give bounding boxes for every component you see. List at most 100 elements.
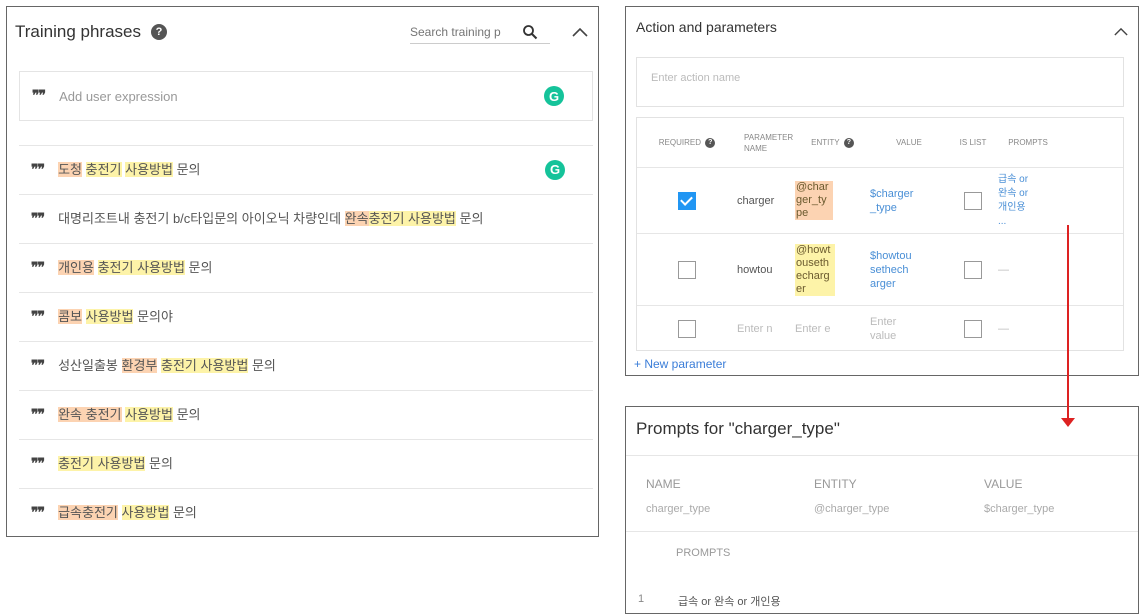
- entity-annotation[interactable]: 완속: [344, 211, 369, 226]
- parameter-prompts[interactable]: 급속 or 완속 or 개인용 ...: [998, 168, 1058, 233]
- entity-label: ENTITY: [814, 477, 857, 491]
- add-user-expression-input[interactable]: Add user expression: [59, 89, 178, 104]
- chevron-up-icon[interactable]: [1114, 23, 1128, 41]
- entity-annotation[interactable]: 충전기 사용방법: [161, 358, 249, 373]
- parameter-value-input[interactable]: Enter value: [870, 306, 948, 350]
- checkbox-unchecked-icon[interactable]: [964, 260, 982, 279]
- search-input[interactable]: [410, 24, 520, 39]
- required-checkbox[interactable]: [637, 168, 737, 233]
- quote-icon: ❞❞: [31, 407, 45, 423]
- divider: [626, 455, 1138, 456]
- checkbox-unchecked-icon[interactable]: [678, 260, 696, 279]
- phrase-segment: 문의: [169, 505, 197, 520]
- parameter-prompts[interactable]: —: [998, 234, 1058, 305]
- training-phrase-text[interactable]: 콤보 사용방법 문의야: [58, 307, 538, 327]
- phrase-segment: 문의: [248, 358, 276, 373]
- quote-icon: ❞❞: [31, 309, 45, 325]
- parameter-entity[interactable]: @charger_type: [795, 168, 870, 233]
- phrase-segment: 문의: [172, 162, 201, 177]
- training-phrases-header: Training phrases ?: [7, 7, 598, 57]
- quote-icon: ❞❞: [31, 456, 45, 472]
- value-value: $charger_type: [984, 503, 1055, 515]
- training-phrase-text[interactable]: 급속충전기 사용방법 문의: [58, 503, 538, 523]
- parameter-name-input[interactable]: Enter n: [737, 306, 795, 350]
- action-parameters-title: Action and parameters: [636, 19, 777, 35]
- search-icon[interactable]: [520, 22, 540, 42]
- phrase-segment: [118, 505, 122, 520]
- training-phrase-row[interactable]: ❞❞ 개인용 충전기 사용방법 문의: [19, 243, 593, 292]
- quote-icon: ❞❞: [31, 358, 45, 374]
- name-value: charger_type: [646, 503, 711, 515]
- training-phrase-row[interactable]: ❞❞ 대명리조트내 충전기 b/c타입문의 아이오닉 차량인데 완속충전기 사용방…: [19, 194, 593, 243]
- action-name-input[interactable]: Enter action name: [636, 57, 1124, 107]
- entity-annotation[interactable]: 충전기 사용방법: [97, 260, 185, 275]
- value-label: VALUE: [984, 477, 1023, 491]
- prompt-text[interactable]: 급속 or 완속 or 개인용: [678, 593, 781, 609]
- header-parameter-name: PARAMETER NAME: [744, 132, 794, 153]
- grammarly-icon[interactable]: G: [545, 160, 565, 180]
- checkbox-unchecked-icon[interactable]: [678, 320, 696, 338]
- phrase-segment: 문의: [145, 456, 173, 471]
- parameter-name[interactable]: howtou: [737, 234, 795, 305]
- chevron-up-icon[interactable]: [570, 22, 590, 42]
- phrase-segment: 문의: [172, 407, 201, 422]
- name-label: NAME: [646, 477, 681, 491]
- help-icon[interactable]: ?: [151, 24, 167, 40]
- training-phrase-row[interactable]: ❞❞ 콤보 사용방법 문의야: [19, 292, 593, 341]
- training-phrase-text[interactable]: 성산일출봉 환경부 충전기 사용방법 문의: [58, 356, 538, 376]
- training-phrase-text[interactable]: 개인용 충전기 사용방법 문의: [58, 258, 538, 278]
- phrase-segment: 성산일출봉: [58, 358, 122, 373]
- is-list-checkbox[interactable]: [948, 168, 998, 233]
- parameter-name[interactable]: charger: [737, 168, 795, 233]
- help-icon[interactable]: ?: [705, 137, 716, 148]
- checkbox-unchecked-icon[interactable]: [964, 320, 982, 338]
- new-parameter-link[interactable]: + New parameter: [634, 357, 726, 371]
- parameter-value[interactable]: $howtousethecharger: [870, 234, 948, 305]
- training-phrase-row[interactable]: ❞❞ 완속 충전기 사용방법 문의: [19, 390, 593, 439]
- entity-annotation[interactable]: 사용방법: [121, 505, 170, 520]
- training-phrase-row[interactable]: ❞❞ 도청 충전기 사용방법 문의 G: [19, 145, 593, 194]
- phrase-list: ❞❞ 도청 충전기 사용방법 문의 G ❞❞ 대명리조트내 충전기 b/c타입문의 아이…: [19, 145, 593, 537]
- add-user-expression-row[interactable]: ❞❞ Add user expression G: [19, 71, 593, 121]
- entity-annotation[interactable]: 충전기 사용방법: [58, 456, 146, 471]
- training-phrase-row[interactable]: ❞❞ 충전기 사용방법 문의: [19, 439, 593, 488]
- is-list-checkbox[interactable]: [948, 234, 998, 305]
- help-icon[interactable]: ?: [843, 137, 854, 148]
- phrase-segment: 대명리조트내 충전기 b/c타입문의 아이오닉 차량인데: [58, 211, 345, 226]
- training-phrase-text[interactable]: 도청 충전기 사용방법 문의: [58, 160, 538, 180]
- header-required: REQUIRED ?: [637, 118, 737, 167]
- entity-annotation[interactable]: 사용방법: [125, 162, 173, 177]
- entity-annotation[interactable]: 사용방법: [125, 407, 173, 422]
- parameter-prompts[interactable]: —: [998, 306, 1058, 350]
- search-box: [410, 20, 550, 44]
- entity-annotation[interactable]: 환경부: [121, 358, 158, 373]
- entity-annotation[interactable]: 도청: [58, 162, 82, 177]
- entity-annotation[interactable]: 급속충전기: [58, 505, 118, 520]
- parameter-entity-input[interactable]: Enter e: [795, 306, 870, 350]
- entity-annotation[interactable]: 완속 충전기: [58, 407, 122, 422]
- training-phrase-text[interactable]: 충전기 사용방법 문의: [58, 454, 538, 474]
- grammarly-icon[interactable]: G: [544, 86, 564, 106]
- parameter-value[interactable]: $charger_type: [870, 168, 948, 233]
- parameter-row: Enter n Enter e Enter value —: [637, 306, 1123, 350]
- entity-annotation[interactable]: 콤보: [58, 309, 82, 324]
- quote-icon: ❞❞: [31, 505, 45, 521]
- training-phrase-text[interactable]: 대명리조트내 충전기 b/c타입문의 아이오닉 차량인데 완속충전기 사용방법 …: [58, 209, 538, 229]
- entity-annotation[interactable]: 충전기: [85, 162, 122, 177]
- training-phrase-text[interactable]: 완속 충전기 사용방법 문의: [58, 405, 538, 425]
- entity-annotation[interactable]: 개인용: [58, 260, 94, 275]
- entity-annotation[interactable]: 충전기 사용방법: [368, 211, 456, 226]
- required-checkbox[interactable]: [637, 234, 737, 305]
- parameters-table-header: REQUIRED ? PARAMETER NAME ENTITY ? VALUE…: [637, 118, 1123, 168]
- checkbox-unchecked-icon[interactable]: [964, 191, 982, 210]
- training-phrase-row[interactable]: ❞❞ 성산일출봉 환경부 충전기 사용방법 문의: [19, 341, 593, 390]
- connector-line: [1067, 225, 1069, 425]
- checkbox-checked-icon[interactable]: [678, 191, 696, 210]
- header-value: VALUE: [896, 138, 922, 147]
- entity-annotation[interactable]: 사용방법: [85, 309, 134, 324]
- parameter-entity[interactable]: @howtousethecharger: [795, 234, 870, 305]
- required-checkbox[interactable]: [637, 306, 737, 350]
- header-is-list: IS LIST: [959, 138, 987, 147]
- is-list-checkbox[interactable]: [948, 306, 998, 350]
- training-phrase-row[interactable]: ❞❞ 급속충전기 사용방법 문의: [19, 488, 593, 537]
